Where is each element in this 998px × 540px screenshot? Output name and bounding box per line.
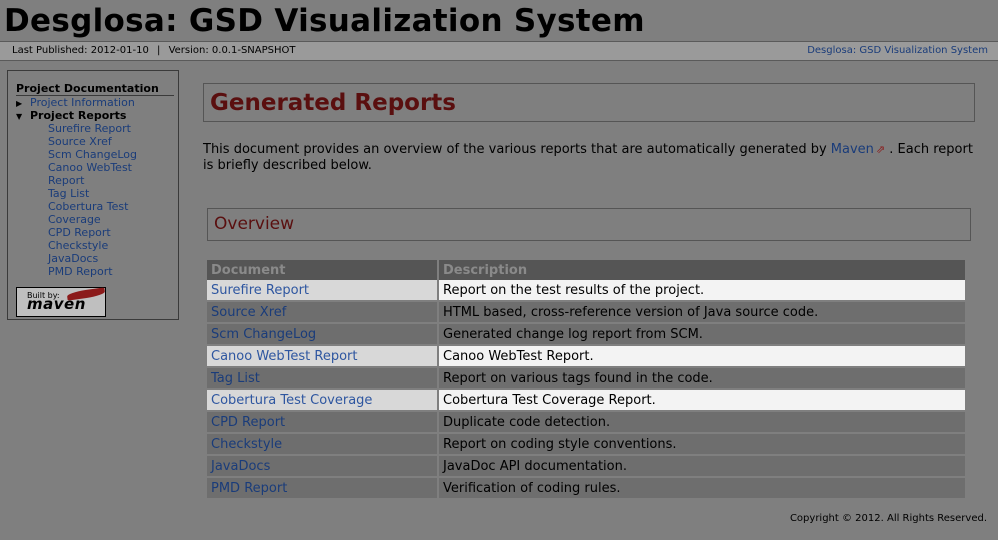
section-overview: Overview (207, 208, 971, 241)
intro-paragraph: This document provides an overview of th… (203, 142, 973, 174)
external-link-icon: ⇗ (875, 143, 886, 156)
maven-logo[interactable]: Built by: maven (16, 287, 106, 317)
sidebar-item-label: Project Information (30, 96, 135, 109)
version: Version: 0.0.1-SNAPSHOT (168, 45, 296, 56)
separator: | (157, 45, 161, 56)
document-cell: JavaDocs (207, 456, 439, 478)
description-cell: Cobertura Test Coverage Report. (439, 390, 967, 412)
report-link[interactable]: Surefire Report (211, 283, 309, 298)
report-link[interactable]: CPD Report (211, 415, 285, 430)
report-link[interactable]: Cobertura Test Coverage (211, 393, 372, 408)
table-row: CPD Report Duplicate code detection. (207, 412, 967, 434)
sidebar-item-project-reports[interactable]: ▼ Project Reports (16, 109, 176, 123)
sidebar-subitem[interactable]: Coverage (48, 213, 168, 226)
report-link[interactable]: PMD Report (211, 481, 287, 496)
table-row: JavaDocs JavaDoc API documentation. (207, 456, 967, 478)
document-cell: Source Xref (207, 302, 439, 324)
table-row: Surefire Report Report on the test result… (207, 280, 967, 302)
sidebar-subitem[interactable]: Checkstyle (48, 239, 168, 252)
reports-table: Document Description Surefire Report Repo… (207, 260, 967, 500)
description-cell: Report on various tags found in the code… (439, 368, 967, 390)
last-published: Last Published: 2012-01-10 (12, 45, 149, 56)
description-cell: Report on the test results of the projec… (439, 280, 967, 302)
table-row: Cobertura Test Coverage Cobertura Test Co… (207, 390, 967, 412)
document-cell: Canoo WebTest Report (207, 346, 439, 368)
overview-title: Overview (214, 214, 295, 234)
copyright: Copyright © 2012. All Rights Reserved. (789, 513, 987, 524)
chevron-down-icon: ▼ (16, 112, 23, 121)
document-cell: Surefire Report (207, 280, 439, 302)
sidebar-item-project-information[interactable]: ▶ Project Information (16, 96, 176, 110)
report-link[interactable]: Source Xref (211, 305, 286, 320)
description-cell: JavaDoc API documentation. (439, 456, 967, 478)
report-link[interactable]: Checkstyle (211, 437, 282, 452)
banner: Desglosa: GSD Visualization System (0, 0, 998, 41)
table-row: Canoo WebTest Report Canoo WebTest Report… (207, 346, 967, 368)
description-cell: Duplicate code detection. (439, 412, 967, 434)
report-link[interactable]: Tag List (211, 371, 260, 386)
description-cell: HTML based, cross-reference version of J… (439, 302, 967, 324)
sidebar-heading: Project Documentation (16, 82, 174, 96)
report-link[interactable]: Canoo WebTest Report (211, 349, 358, 364)
sidebar-item-label: Project Reports (30, 109, 127, 122)
description-cell: Generated change log report from SCM. (439, 324, 967, 346)
document-cell: Checkstyle (207, 434, 439, 456)
sidebar-subitem[interactable]: JavaDocs (48, 252, 168, 265)
sidebar-subitem[interactable]: CPD Report (48, 226, 168, 239)
publish-info: Last Published: 2012-01-10 | Version: 0.… (12, 42, 296, 60)
description-cell: Canoo WebTest Report. (439, 346, 967, 368)
description-cell: Verification of coding rules. (439, 478, 967, 500)
table-row: Scm ChangeLog Generated change log report… (207, 324, 967, 346)
sidebar-subitem[interactable]: PMD Report (48, 265, 168, 278)
sidebar-subitem[interactable]: Tag List (48, 187, 168, 200)
maven-wordmark: maven (27, 295, 86, 313)
report-link[interactable]: JavaDocs (211, 459, 270, 474)
table-header-row: Document Description (207, 260, 967, 280)
table-row: PMD Report Verification of coding rules. (207, 478, 967, 500)
column-header-description: Description (439, 260, 967, 280)
sidebar-subitem[interactable]: Scm ChangeLog (48, 148, 168, 161)
maven-link[interactable]: Maven (831, 142, 874, 157)
sidebar-subitem[interactable]: Source Xref (48, 135, 168, 148)
description-cell: Report on coding style conventions. (439, 434, 967, 456)
sidebar-subitem[interactable]: Report (48, 174, 168, 187)
sidebar-subitem[interactable]: Cobertura Test (48, 200, 168, 213)
breadcrumb: Last Published: 2012-01-10 | Version: 0.… (0, 41, 998, 61)
sidebar-subitem[interactable]: Surefire Report (48, 122, 168, 135)
table-row: Source Xref HTML based, cross-reference v… (207, 302, 967, 324)
column-header-document: Document (207, 260, 439, 280)
sidebar: Project Documentation ▶ Project Informati… (7, 70, 179, 320)
document-cell: PMD Report (207, 478, 439, 500)
document-cell: Scm ChangeLog (207, 324, 439, 346)
site-title: Desglosa: GSD Visualization System (4, 3, 645, 39)
sidebar-subitem[interactable]: Canoo WebTest (48, 161, 168, 174)
table-row: Checkstyle Report on coding style convent… (207, 434, 967, 456)
document-cell: Cobertura Test Coverage (207, 390, 439, 412)
section-generated-reports: Generated Reports (203, 83, 975, 122)
page-title: Generated Reports (210, 90, 456, 116)
project-home-link[interactable]: Desglosa: GSD Visualization System (807, 42, 988, 60)
document-cell: Tag List (207, 368, 439, 390)
document-cell: CPD Report (207, 412, 439, 434)
intro-text: This document provides an overview of th… (203, 142, 831, 157)
table-row: Tag List Report on various tags found in … (207, 368, 967, 390)
report-link[interactable]: Scm ChangeLog (211, 327, 316, 342)
